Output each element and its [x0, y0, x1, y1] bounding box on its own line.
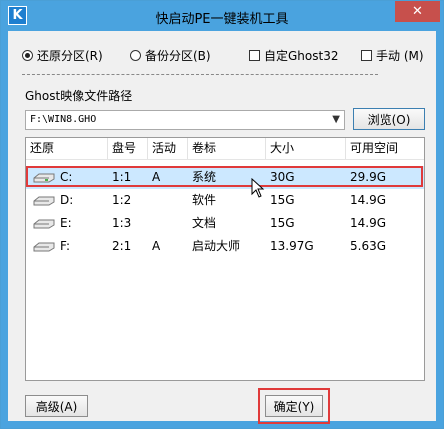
backup-option-label: 备份分区(B) [145, 48, 211, 63]
partition-size: 15G [270, 216, 295, 230]
hard-drive-icon [33, 196, 55, 206]
separator [22, 74, 378, 75]
partition-size: 13.97G [270, 239, 314, 253]
partition-list-header: 还原 盘号 活动 卷标 大小 可用空间 [26, 138, 424, 160]
chevron-down-icon[interactable]: ▼ [332, 111, 340, 129]
column-header-active[interactable]: 活动 [148, 138, 188, 159]
backup-radio-icon[interactable] [130, 49, 141, 61]
drive-letter: F: [60, 239, 71, 253]
manual-option[interactable]: 手动 (M) [361, 47, 424, 63]
partition-row-e[interactable]: E: 1:3 文档 15G 14.9G [26, 212, 424, 235]
free-space: 5.63G [350, 239, 387, 253]
title-bar[interactable]: K 快启动PE一键装机工具 ✕ [1, 1, 443, 31]
drive-letter: E: [60, 216, 72, 230]
hard-drive-icon [33, 219, 55, 229]
browse-button[interactable]: 浏览(O) [353, 108, 425, 130]
selection-annotation-box [26, 166, 423, 187]
browse-button-label: 浏览(O) [367, 112, 411, 127]
hard-drive-icon [33, 242, 55, 252]
restore-partition-option[interactable]: 还原分区(R) [22, 47, 103, 63]
ghost-path-label: Ghost映像文件路径 [25, 89, 133, 103]
column-header-restore[interactable]: 还原 [26, 138, 108, 159]
column-header-disk[interactable]: 盘号 [108, 138, 148, 159]
drive-letter: D: [60, 193, 74, 207]
app-window: K 快启动PE一键装机工具 ✕ 还原分区(R) 备份分区(B) 自定Ghost3… [0, 0, 444, 429]
advanced-button-label: 高级(A) [35, 399, 78, 414]
column-header-size[interactable]: 大小 [266, 138, 346, 159]
custom-ghost-option[interactable]: 自定Ghost32 [249, 47, 338, 63]
disk-number: 1:3 [112, 216, 132, 230]
custom-ghost-checkbox[interactable] [249, 49, 260, 61]
restore-radio-icon[interactable] [22, 49, 33, 61]
volume-label: 文档 [192, 216, 217, 230]
ghost-path-select[interactable]: F:\WIN8.GHO ▼ [25, 110, 345, 130]
window-title: 快启动PE一键装机工具 [155, 12, 289, 27]
column-header-free-space[interactable]: 可用空间 [346, 138, 424, 159]
close-button[interactable]: ✕ [395, 1, 440, 22]
free-space: 14.9G [350, 193, 387, 207]
disk-number: 1:2 [112, 193, 132, 207]
disk-number: 2:1 [112, 239, 132, 253]
manual-option-label: 手动 (M) [376, 48, 424, 63]
backup-partition-option[interactable]: 备份分区(B) [130, 47, 211, 63]
active-flag: A [152, 239, 161, 253]
active-flag [148, 212, 152, 235]
free-space: 14.9G [350, 216, 387, 230]
manual-checkbox[interactable] [361, 49, 372, 61]
advanced-button[interactable]: 高级(A) [25, 395, 88, 417]
partition-size: 15G [270, 193, 295, 207]
ghost-path-value: F:\WIN8.GHO [30, 114, 97, 125]
partition-row-f[interactable]: F: 2:1 A 启动大师 13.97G 5.63G [26, 235, 424, 258]
active-flag [148, 189, 152, 212]
mouse-cursor-icon [251, 178, 265, 198]
custom-ghost-label: 自定Ghost32 [264, 48, 339, 63]
confirm-annotation-box [258, 388, 330, 424]
main-panel: 还原分区(R) 备份分区(B) 自定Ghost32 手动 (M) Ghost映像… [8, 31, 436, 424]
volume-label: 软件 [192, 193, 217, 207]
partition-row-d[interactable]: D: 1:2 软件 15G 14.9G [26, 189, 424, 212]
restore-option-label: 还原分区(R) [37, 48, 103, 63]
column-header-volume-label[interactable]: 卷标 [188, 138, 266, 159]
volume-label: 启动大师 [192, 239, 241, 253]
